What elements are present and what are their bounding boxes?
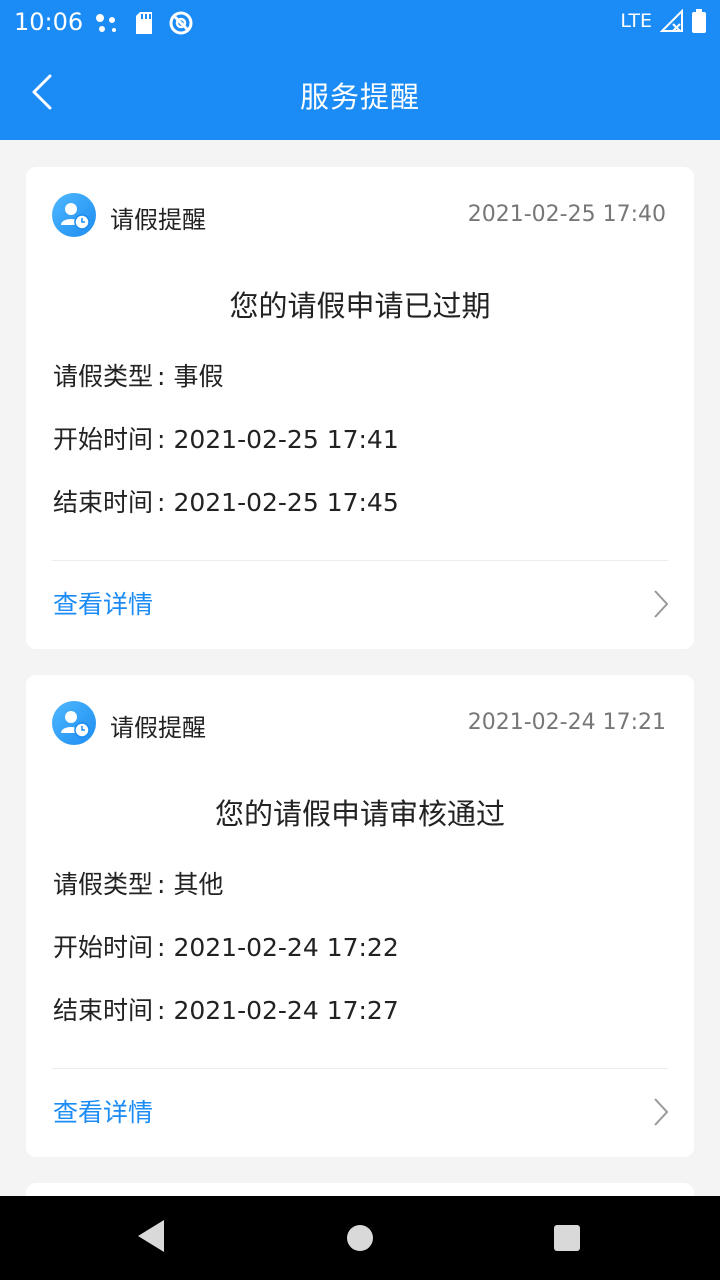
signal-icon <box>660 9 683 32</box>
network-type: LTE <box>620 10 652 32</box>
notification-card-partial <box>26 1183 694 1196</box>
page-title: 服务提醒 <box>299 80 420 114</box>
status-bar: 10:06 LTE <box>0 0 720 44</box>
chevron-right-icon <box>654 590 669 618</box>
chevron-right-icon <box>654 1098 669 1126</box>
no-disturb-icon <box>169 11 193 35</box>
notification-card: 请假提醒 2021-02-25 17:40 您的请假申请已过期 请假类型: 事假 … <box>26 167 694 649</box>
card-message: 您的请假申请已过期 <box>229 289 491 323</box>
start-time-row: 开始时间:2021-02-25 17:41 <box>53 425 399 454</box>
view-details-button[interactable]: 查看详情 <box>26 561 694 649</box>
end-time-row: 结束时间:2021-02-24 17:27 <box>53 996 399 1025</box>
home-circle-icon[interactable] <box>346 1224 374 1252</box>
status-icons-left <box>94 10 194 36</box>
leave-type-row: 请假类型: 其他 <box>53 870 224 899</box>
status-icons-right: LTE <box>620 9 706 33</box>
recents-square-icon[interactable] <box>553 1224 581 1252</box>
row-value: 2021-02-24 17:27 <box>173 996 399 1025</box>
back-triangle-icon[interactable] <box>136 1218 166 1254</box>
notification-list[interactable]: 请假提醒 2021-02-25 17:40 您的请假申请已过期 请假类型: 事假 … <box>0 140 720 1196</box>
row-value: 2021-02-25 17:41 <box>173 425 399 454</box>
view-details-button[interactable]: 查看详情 <box>26 1069 694 1157</box>
card-type: 请假提醒 <box>110 206 206 234</box>
sd-card-icon <box>136 12 152 34</box>
row-label: 结束时间 <box>53 996 154 1025</box>
start-time-row: 开始时间:2021-02-24 17:22 <box>53 933 399 962</box>
row-label: 请假类型 <box>53 870 154 899</box>
leave-reminder-icon <box>52 193 96 237</box>
row-value: 2021-02-24 17:22 <box>173 933 399 962</box>
row-value: 2021-02-25 17:45 <box>173 488 399 517</box>
card-header: 请假提醒 2021-02-24 17:21 <box>52 701 666 745</box>
leave-type-row: 请假类型: 事假 <box>53 362 224 391</box>
assistant-dots-icon <box>96 14 116 32</box>
notification-card: 请假提醒 2021-02-24 17:21 您的请假申请审核通过 请假类型: 其他… <box>26 675 694 1157</box>
row-label: 结束时间 <box>53 488 154 517</box>
row-label: 开始时间 <box>53 933 154 962</box>
battery-icon <box>692 9 706 33</box>
card-message: 您的请假申请审核通过 <box>214 797 505 831</box>
card-timestamp: 2021-02-25 17:40 <box>467 202 666 227</box>
system-nav-bar <box>0 1196 720 1280</box>
row-label: 开始时间 <box>53 425 154 454</box>
card-timestamp: 2021-02-24 17:21 <box>467 710 666 735</box>
card-header: 请假提醒 2021-02-25 17:40 <box>52 193 666 237</box>
card-type: 请假提醒 <box>110 714 206 742</box>
view-details-link[interactable]: 查看详情 <box>53 585 153 621</box>
row-value: 事假 <box>173 362 224 391</box>
app-bar: 服务提醒 <box>0 44 720 140</box>
row-value: 其他 <box>173 870 224 899</box>
end-time-row: 结束时间:2021-02-25 17:45 <box>53 488 399 517</box>
status-time: 10:06 <box>14 8 84 36</box>
view-details-link[interactable]: 查看详情 <box>53 1093 153 1129</box>
row-label: 请假类型 <box>53 362 154 391</box>
leave-reminder-icon <box>52 701 96 745</box>
